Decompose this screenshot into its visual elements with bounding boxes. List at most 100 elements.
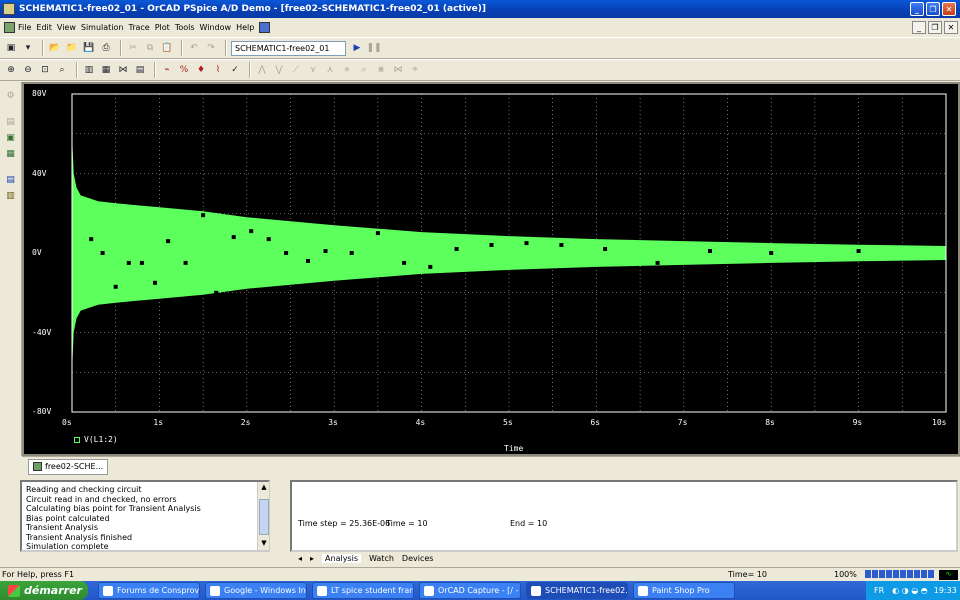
scroll-thumb[interactable] <box>259 499 269 535</box>
trace-legend[interactable]: V(L1:2) <box>74 435 118 444</box>
performance-icon[interactable]: ⋈ <box>116 63 130 77</box>
tab-watch[interactable]: Watch <box>369 554 394 563</box>
mdi-restore-button[interactable]: ❐ <box>928 21 942 34</box>
output-scrollbar[interactable]: ▲ ▼ <box>257 482 269 550</box>
text-icon[interactable]: ▥ <box>5 190 17 202</box>
document-tab-label: free02-SCHE... <box>45 462 104 471</box>
prev-transition-icon[interactable]: ⋈ <box>391 63 405 77</box>
label-icon[interactable]: ⌖ <box>408 63 422 77</box>
redo-icon[interactable]: ↷ <box>204 41 218 55</box>
zoom-in-icon[interactable]: ⊕ <box>4 63 18 77</box>
output-window[interactable]: Reading and checking circuit Circuit read… <box>20 480 270 552</box>
menu-help[interactable]: Help <box>236 23 254 32</box>
document-tab[interactable]: free02-SCHE... <box>28 458 109 475</box>
cursor-peak-icon[interactable]: ⋀ <box>255 63 269 77</box>
print-icon[interactable]: ⎙ <box>99 41 113 55</box>
menu-edit[interactable]: Edit <box>36 23 52 32</box>
trace-data-marker <box>489 243 494 247</box>
menu-view[interactable]: View <box>57 23 76 32</box>
language-indicator[interactable]: FR <box>874 586 884 595</box>
scroll-down-icon[interactable]: ▼ <box>259 539 269 547</box>
open-folder-icon[interactable]: 📁 <box>65 41 79 55</box>
log-y-icon[interactable]: ▤ <box>133 63 147 77</box>
cursor-min-icon[interactable]: ⋎ <box>306 63 320 77</box>
separator <box>154 62 156 78</box>
app-icon[interactable] <box>3 3 15 15</box>
taskbar-item-google[interactable]: Google - Windows Int... <box>205 582 307 599</box>
taskbar: démarrer Forums de Consprov... Google - … <box>0 581 960 600</box>
start-button[interactable]: démarrer <box>0 581 88 600</box>
paste-icon[interactable]: 📋 <box>160 41 174 55</box>
cursor-slope-icon[interactable]: ⟋ <box>289 63 303 77</box>
view-simulation-icon[interactable]: ▦ <box>5 148 17 160</box>
copy-icon[interactable]: ⧉ <box>143 41 157 55</box>
clock[interactable]: 19:33 <box>934 586 957 595</box>
settings-icon[interactable]: ⚙ <box>5 90 17 102</box>
document-icon[interactable] <box>4 22 15 33</box>
minimize-button[interactable]: _ <box>910 2 924 16</box>
tab-analysis[interactable]: Analysis <box>322 554 361 563</box>
taskbar-item-paint-shop[interactable]: Paint Shop Pro <box>633 582 735 599</box>
maximize-button[interactable]: ❐ <box>926 2 940 16</box>
view-output-icon[interactable]: ▣ <box>5 132 17 144</box>
menu-file[interactable]: File <box>18 23 31 32</box>
undo-icon[interactable]: ↶ <box>187 41 201 55</box>
scroll-up-icon[interactable]: ▲ <box>259 483 269 491</box>
tray-icons[interactable]: ◐ ◑ ◒ ◓ <box>892 586 928 595</box>
menu-window[interactable]: Window <box>200 23 232 32</box>
toggle-cursor-icon[interactable]: ✓ <box>228 63 242 77</box>
time-status: Time= 10 <box>728 570 768 579</box>
next-transition-icon[interactable]: ⋇ <box>374 63 388 77</box>
y-tick-label: 40V <box>32 168 47 178</box>
log-x-icon[interactable]: ▥ <box>82 63 96 77</box>
menu-simulation[interactable]: Simulation <box>81 23 124 32</box>
y-tick-label: 0V <box>32 248 42 257</box>
cursor-point-icon[interactable]: ⋄ <box>340 63 354 77</box>
separator <box>249 62 251 78</box>
fourier-icon[interactable]: ▦ <box>99 63 113 77</box>
tab-nav-left-icon[interactable]: ◂ <box>298 554 302 563</box>
cursor-search-icon[interactable]: ⌕ <box>357 63 371 77</box>
save-icon[interactable]: 💾 <box>82 41 96 55</box>
menu-trace[interactable]: Trace <box>129 23 150 32</box>
tab-devices[interactable]: Devices <box>402 554 434 563</box>
y-tick-label: 80V <box>32 89 47 98</box>
menu-tools[interactable]: Tools <box>175 23 195 32</box>
taskbar-item-orcad-capture[interactable]: OrCAD Capture - [/ - ... <box>419 582 521 599</box>
cursor-trough-icon[interactable]: ⋁ <box>272 63 286 77</box>
eval-goal-icon[interactable]: % <box>177 63 191 77</box>
pause-icon[interactable]: ❚❚ <box>366 41 381 55</box>
cut-icon[interactable]: ✂ <box>126 41 140 55</box>
new-icon[interactable]: ▣ <box>4 41 18 55</box>
zoom-area-icon[interactable]: ⊡ <box>38 63 52 77</box>
zoom-out-icon[interactable]: ⊖ <box>21 63 35 77</box>
trace-data-marker <box>454 247 459 251</box>
mark-data-icon[interactable]: ♦ <box>194 63 208 77</box>
output-file-icon[interactable]: ▤ <box>5 174 17 186</box>
separator <box>5 164 17 170</box>
taskbar-item-ltspice[interactable]: LT spice student fran... <box>312 582 414 599</box>
x-tick-label: 7s <box>677 418 688 427</box>
trace-data-marker <box>89 237 94 242</box>
taskbar-item-pspice[interactable]: SCHEMATIC1-free02... <box>526 582 628 599</box>
zoom-fit-icon[interactable]: ⌕ <box>55 63 69 77</box>
add-trace-icon[interactable]: ⌁ <box>160 63 174 77</box>
y-tick-label: -40V <box>32 327 52 337</box>
taskbar-item-forums[interactable]: Forums de Consprov... <box>98 582 200 599</box>
simulation-profile-select[interactable]: SCHEMATIC1-free02_01 <box>231 40 346 56</box>
dropdown-arrow-icon[interactable]: ▾ <box>21 41 35 55</box>
menu-plot[interactable]: Plot <box>155 23 170 32</box>
mdi-close-button[interactable]: ✕ <box>944 21 958 34</box>
trace-data-marker <box>603 247 608 251</box>
open-icon[interactable]: 📂 <box>48 41 62 55</box>
cursor-max-icon[interactable]: ⋏ <box>323 63 337 77</box>
run-icon[interactable]: ▶ <box>350 41 364 55</box>
simulation-settings-icon[interactable]: ▤ <box>5 116 17 128</box>
context-help-icon[interactable] <box>259 22 271 33</box>
cursor-icon[interactable]: ⌇ <box>211 63 225 77</box>
close-button[interactable]: ✕ <box>942 2 956 16</box>
waveform-plot[interactable] <box>24 84 958 454</box>
tab-nav-right-icon[interactable]: ▸ <box>310 554 314 563</box>
probe-plot-window[interactable]: 80V 40V 0V -40V -80V 0s 1s 2s 3s 4s 5s 6s 7s 8s 9s 10s… <box>22 82 960 456</box>
mdi-minimize-button[interactable]: _ <box>912 21 926 34</box>
